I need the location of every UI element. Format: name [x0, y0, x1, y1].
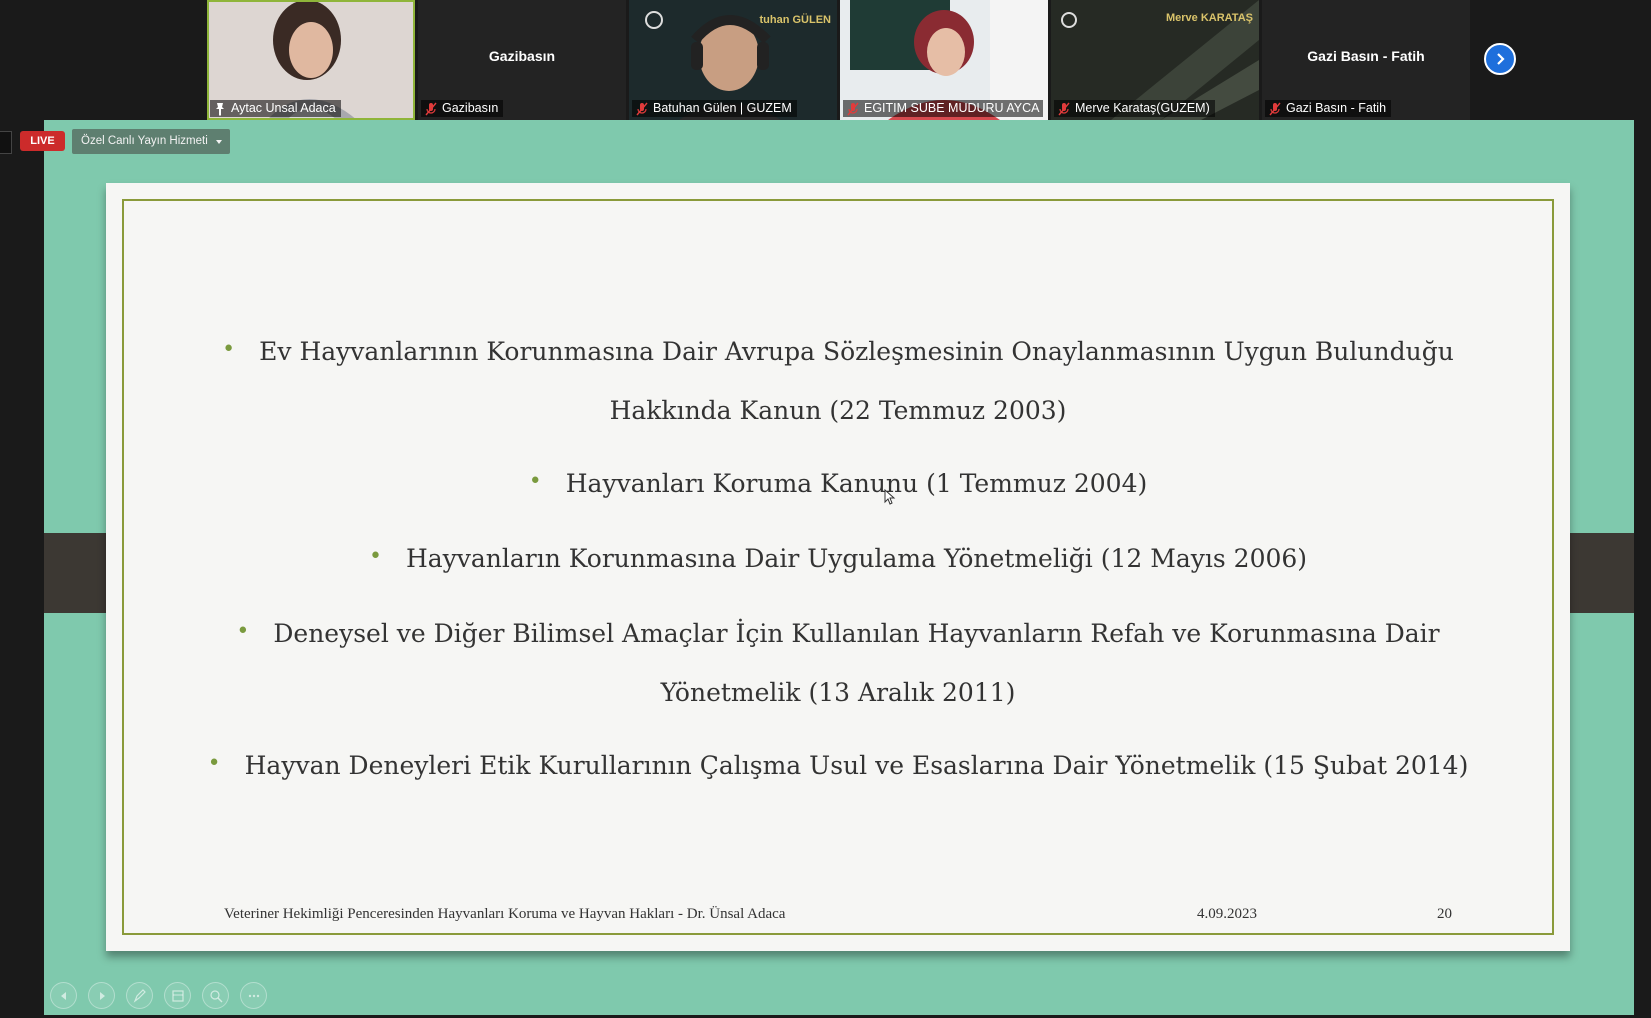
presentation-slide: • Ev Hayvanlarının Korunmasına Dair Avrup… [106, 183, 1570, 951]
video-overlay-text: tuhan GÜLEN [759, 14, 832, 26]
slide-bullet: • Hayvanların Korunmasına Dair Uygulama Y… [106, 530, 1570, 589]
zoom-button[interactable] [202, 982, 229, 1009]
next-slide-button[interactable] [88, 982, 115, 1009]
slide-footer-title: Veteriner Hekimliği Penceresinden Hayvan… [224, 906, 786, 922]
bullet-text: Hayvanların Korunmasına Dair Uygulama Yö… [405, 544, 1308, 573]
bullet-icon: • [528, 469, 542, 494]
layout-icon [171, 989, 184, 1002]
participant-name: Merve Karataş(GUZEM) [1075, 101, 1210, 115]
previous-icon [60, 991, 66, 1000]
participant-name: Batuhan Gülen | GUZEM [653, 101, 792, 115]
muted-mic-icon [1268, 102, 1282, 116]
pen-icon [133, 988, 146, 1003]
participant-name-label: Batuhan Gülen | GUZEM [632, 100, 797, 117]
slide-footer-date: 4.09.2023 [1197, 906, 1257, 922]
slide-bullet: • Ev Hayvanlarının Korunmasına Dair Avrup… [106, 323, 1570, 439]
participant-tile-gazibasin-fatih[interactable]: Gazi Basın - Fatih Gazi Basın - Fatih [1262, 0, 1470, 120]
slide-bullet: • Hayvan Deneyleri Etik Kurullarının Çalı… [106, 737, 1570, 796]
pin-icon [213, 102, 227, 116]
left-margin [0, 120, 44, 1018]
bullet-icon: • [207, 751, 221, 776]
stream-service-label: Özel Canlı Yayın Hizmeti [81, 135, 208, 147]
bullet-text: Hayvanları Koruma Kanunu (1 Temmuz 2004) [565, 469, 1148, 498]
muted-mic-icon [424, 102, 438, 116]
participant-tile-aytac[interactable]: Aytac Unsal Adaca [207, 0, 415, 120]
mouse-cursor-icon [884, 489, 896, 505]
caret-down-icon [215, 140, 222, 144]
next-icon [99, 991, 105, 1000]
bullet-text: Ev Hayvanlarının Korunmasına Dair Avrupa… [259, 337, 1454, 366]
participant-tile-merve[interactable]: Merve KARATAŞ Merve Karataş(GUZEM) [1051, 0, 1259, 120]
participant-name-label: Aytac Unsal Adaca [210, 100, 341, 117]
muted-mic-icon [1057, 102, 1071, 116]
participant-tile-gazibasin[interactable]: Gazibasın Gazibasın [418, 0, 626, 120]
participant-display-name: Gazi Basın - Fatih [1307, 48, 1425, 64]
participant-display-name: Gazibasın [488, 48, 556, 64]
layout-button[interactable] [164, 982, 191, 1009]
bullet-text: Deneysel ve Diğer Bilimsel Amaçlar İçin … [273, 619, 1440, 648]
bullet-icon: • [222, 337, 236, 362]
muted-mic-icon [846, 102, 860, 116]
zoom-icon [209, 989, 222, 1002]
slide-page-number: 20 [1437, 906, 1452, 922]
participant-name-label: EGITIM SUBE MUDURU AYCA ... [843, 100, 1043, 117]
bullet-icon: • [236, 619, 250, 644]
live-badge[interactable]: LIVE [20, 131, 65, 151]
right-margin [1634, 120, 1651, 1018]
muted-mic-icon [635, 102, 649, 116]
participant-name-label: Gazi Basın - Fatih [1265, 100, 1392, 117]
bullet-icon: • [368, 544, 382, 569]
next-participants-button[interactable] [1484, 43, 1516, 75]
participant-tile-batuhan[interactable]: tuhan GÜLEN Batuhan Gülen | GUZEM [629, 0, 837, 120]
slide-bullet: • Deneysel ve Diğer Bilimsel Amaçlar İçin… [106, 605, 1570, 721]
more-options-button[interactable] [240, 982, 267, 1009]
participant-name: Aytac Unsal Adaca [231, 101, 336, 115]
participant-name: EGITIM SUBE MUDURU AYCA ... [864, 101, 1043, 115]
participant-strip: Aytac Unsal Adaca Gazibasın Gazibasın tu… [0, 0, 1651, 120]
previous-slide-button[interactable] [50, 982, 77, 1009]
participant-tile-egitim[interactable]: EGITIM SUBE MUDURU AYCA ... [840, 0, 1048, 120]
slide-toolbar [50, 982, 267, 1009]
more-icon [248, 994, 259, 997]
chevron-right-icon [1497, 53, 1505, 65]
participant-name: Gazi Basın - Fatih [1286, 101, 1387, 115]
bullet-text-continued: Yönetmelik (13 Aralık 2011) [660, 678, 1016, 707]
participant-name-label: Gazibasın [421, 100, 504, 117]
participant-name: Gazibasın [442, 101, 499, 115]
pen-tool-button[interactable] [126, 982, 153, 1009]
side-panel-handle[interactable] [0, 131, 12, 154]
participant-name-label: Merve Karataş(GUZEM) [1054, 100, 1215, 117]
bullet-text-continued: Hakkında Kanun (22 Temmuz 2003) [609, 396, 1067, 425]
bullet-text: Hayvan Deneyleri Etik Kurullarının Çalış… [244, 751, 1469, 780]
stream-service-dropdown[interactable]: Özel Canlı Yayın Hizmeti [72, 129, 230, 154]
slide-bullet: • Hayvanları Koruma Kanunu (1 Temmuz 2004… [106, 455, 1570, 514]
video-overlay-text: Merve KARATAŞ [1166, 12, 1253, 24]
slide-bullet-list: • Ev Hayvanlarının Korunmasına Dair Avrup… [106, 323, 1570, 796]
